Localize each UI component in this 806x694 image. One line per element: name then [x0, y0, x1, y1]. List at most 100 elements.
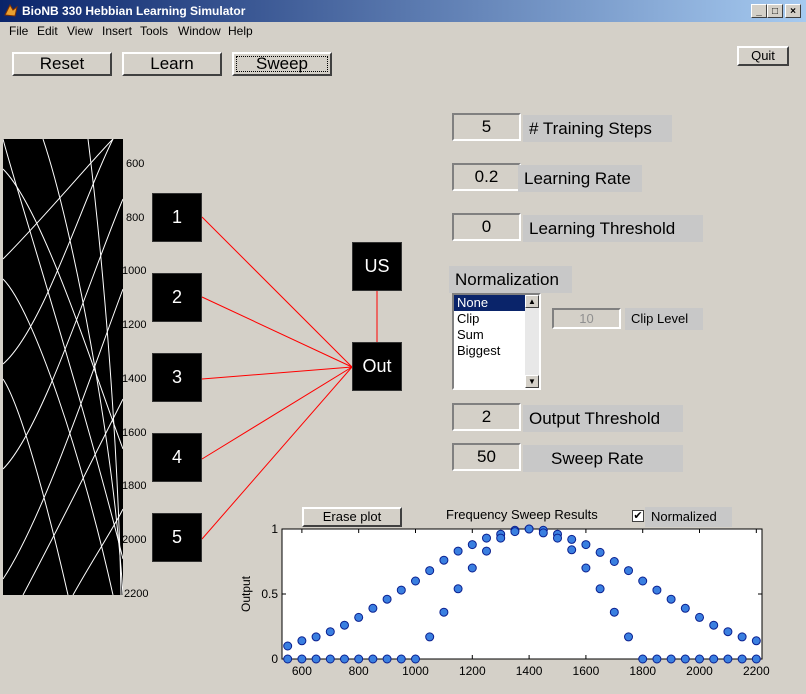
training-steps-input[interactable]: 5	[452, 113, 521, 141]
minimize-icon[interactable]: _	[751, 4, 767, 18]
x-tick-label: 1800	[629, 664, 656, 678]
data-point-series-2	[680, 654, 690, 664]
data-point-series-1	[325, 627, 335, 637]
stim-tick-label: 2200	[124, 588, 149, 600]
data-point-series-1	[680, 603, 690, 613]
sweep-rate-input[interactable]: 50	[452, 443, 521, 471]
data-point-series-1	[396, 585, 406, 595]
menu-insert[interactable]: Insert	[102, 24, 132, 38]
scroll-up-icon[interactable]: ▲	[525, 295, 539, 308]
data-point-series-1	[368, 603, 378, 613]
normalization-label: Normalization	[449, 266, 572, 293]
output-threshold-label: Output Threshold	[523, 405, 683, 432]
stimulus-tuning-curves	[3, 139, 123, 595]
x-tick-label: 2000	[686, 664, 713, 678]
frequency-sweep-chart: 600 800 1000 1200 1400 1600 1800 2000 220000.51 …	[239, 522, 770, 678]
menu-help[interactable]: Help	[228, 24, 253, 38]
data-point-series-1	[567, 534, 577, 544]
data-point-series-1	[283, 641, 293, 651]
reset-button[interactable]: Reset	[12, 52, 112, 76]
menu-window[interactable]: Window	[178, 24, 221, 38]
data-point-series-1	[751, 636, 761, 646]
sweep-button[interactable]: Sweep	[232, 52, 332, 76]
x-tick-label: 600	[292, 664, 312, 678]
learning-threshold-label: Learning Threshold	[523, 215, 703, 242]
data-point-series-2	[695, 654, 705, 664]
data-point-series-1	[354, 612, 364, 622]
data-point-series-2	[595, 584, 605, 594]
data-point-series-2	[510, 527, 520, 537]
data-point-series-2	[325, 654, 335, 664]
window-title: BioNB 330 Hebbian Learning Simulator	[22, 4, 246, 18]
menu-view[interactable]: View	[67, 24, 93, 38]
x-tick-label: 2200	[743, 664, 770, 678]
y-axis-label: Output	[239, 575, 253, 612]
plot-area	[281, 528, 763, 660]
data-point-series-2	[396, 654, 406, 664]
clip-level-label: Clip Level	[625, 308, 703, 330]
listbox-scrollbar[interactable]: ▲ ▼	[525, 295, 539, 388]
us-neuron[interactable]: US	[352, 242, 402, 291]
data-point-series-2	[581, 563, 591, 573]
y-tick-label: 0	[271, 652, 278, 666]
data-point-series-1	[481, 533, 491, 543]
data-point-series-1	[581, 540, 591, 550]
data-point-series-1	[425, 566, 435, 576]
data-point-series-1	[638, 576, 648, 586]
data-point-series-1	[652, 585, 662, 595]
maximize-icon[interactable]: □	[767, 4, 783, 18]
data-point-series-2	[297, 654, 307, 664]
data-point-series-1	[737, 632, 747, 642]
input-neuron-2[interactable]: 2	[152, 273, 202, 322]
scroll-down-icon[interactable]: ▼	[525, 375, 539, 388]
stim-tick-label: 1800	[122, 480, 147, 492]
data-point-series-2	[354, 654, 364, 664]
data-point-series-2	[609, 607, 619, 617]
stim-tick-label: 800	[126, 212, 145, 224]
y-tick-label: 1	[271, 522, 278, 536]
data-point-series-2	[382, 654, 392, 664]
title-bar: BioNB 330 Hebbian Learning Simulator _ □…	[0, 0, 806, 22]
output-neuron[interactable]: Out	[352, 342, 402, 391]
data-point-series-1	[467, 540, 477, 550]
normalization-listbox[interactable]: None Clip Sum Biggest ▲ ▼	[452, 293, 541, 390]
data-point-series-1	[382, 594, 392, 604]
menu-edit[interactable]: Edit	[37, 24, 58, 38]
input-neuron-4[interactable]: 4	[152, 433, 202, 482]
data-point-series-2	[737, 654, 747, 664]
input-neuron-1[interactable]: 1	[152, 193, 202, 242]
data-point-series-2	[638, 654, 648, 664]
data-point-series-2	[723, 654, 733, 664]
input-neuron-5[interactable]: 5	[152, 513, 202, 562]
data-point-series-2	[538, 528, 548, 538]
data-point-series-2	[439, 607, 449, 617]
learn-button[interactable]: Learn	[122, 52, 222, 76]
menu-file[interactable]: File	[9, 24, 28, 38]
data-point-series-2	[453, 584, 463, 594]
training-steps-label: # Training Steps	[523, 115, 672, 142]
x-tick-label: 800	[349, 664, 369, 678]
learning-rate-input[interactable]: 0.2	[452, 163, 521, 191]
clip-level-input[interactable]: 10	[552, 308, 621, 329]
menu-bar: File Edit View Insert Tools Window Help	[0, 22, 806, 41]
learning-threshold-input[interactable]: 0	[452, 213, 521, 241]
menu-tools[interactable]: Tools	[140, 24, 168, 38]
data-point-series-1	[339, 620, 349, 630]
data-point-series-2	[410, 654, 420, 664]
data-point-series-1	[723, 627, 733, 637]
input-neuron-3[interactable]: 3	[152, 353, 202, 402]
data-point-series-2	[496, 533, 506, 543]
matlab-logo-icon	[4, 3, 18, 17]
learning-rate-label: Learning Rate	[518, 165, 642, 192]
stim-tick-label: 600	[126, 158, 145, 170]
output-threshold-input[interactable]: 2	[452, 403, 521, 431]
data-point-series-2	[368, 654, 378, 664]
quit-button[interactable]: Quit	[737, 46, 789, 66]
data-point-series-1	[311, 632, 321, 642]
data-point-series-2	[709, 654, 719, 664]
data-point-series-1	[439, 555, 449, 565]
close-icon[interactable]: ×	[785, 4, 801, 18]
data-point-series-1	[410, 576, 420, 586]
data-point-series-1	[609, 557, 619, 566]
data-point-series-2	[311, 654, 321, 664]
